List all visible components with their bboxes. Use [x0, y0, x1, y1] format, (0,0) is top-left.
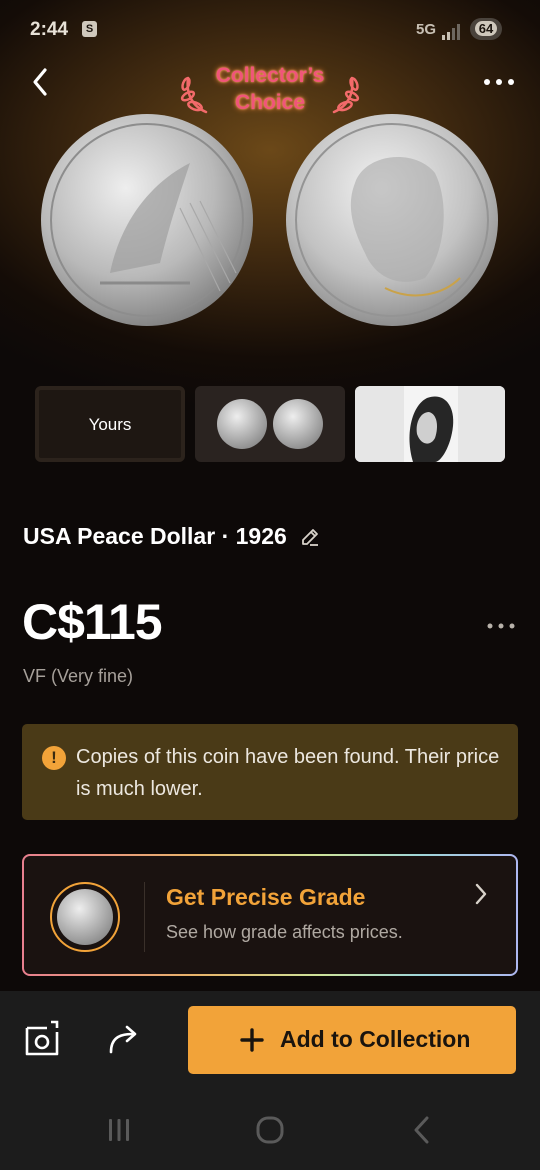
plus-icon — [240, 1028, 264, 1052]
share-icon[interactable] — [105, 1020, 143, 1058]
system-navigation-bar — [0, 1086, 540, 1170]
coin-obverse-image[interactable] — [285, 113, 499, 327]
bottom-action-bar: Add to Collection — [0, 991, 540, 1086]
thumbnail-yours-label: Yours — [88, 415, 132, 434]
warning-icon: ! — [42, 746, 66, 770]
grade-coin-thumbnail — [50, 882, 120, 952]
thumbnail-coins[interactable] — [195, 386, 345, 462]
coin-reverse-image[interactable] — [40, 113, 254, 327]
recent-apps-icon[interactable] — [99, 1110, 139, 1150]
status-time: 2:44 — [30, 19, 69, 40]
scan-camera-icon[interactable] — [23, 1020, 61, 1058]
home-icon[interactable] — [250, 1110, 290, 1150]
grade-card-subtitle: See how grade affects prices. — [166, 922, 403, 942]
get-precise-grade-card[interactable]: Get Precise Grade See how grade affects … — [22, 854, 518, 976]
battery-icon: 64 — [470, 18, 502, 40]
image-thumbnails: Yours — [35, 386, 505, 462]
add-to-collection-label: Add to Collection — [280, 1026, 471, 1052]
coin-grade: VF (Very fine) — [23, 666, 134, 686]
signal-icon — [442, 24, 460, 40]
edit-pencil-icon[interactable] — [299, 526, 321, 548]
warning-banner: ! Copies of this coin have been found. T… — [22, 724, 518, 820]
coin-title: USA Peace Dollar · 1926 — [23, 523, 287, 549]
coin-thumbnail-icon — [57, 889, 113, 945]
collectors-choice-badge: Collector’s Choice — [178, 60, 362, 118]
coin-title-row: USA Peace Dollar · 1926 — [23, 523, 321, 559]
add-to-collection-button[interactable]: Add to Collection — [188, 1006, 516, 1074]
warning-text: Copies of this coin have been found. The… — [76, 746, 500, 800]
chevron-left-icon[interactable] — [28, 66, 52, 98]
grade-card-title: Get Precise Grade — [166, 884, 366, 910]
sim-icon: S — [82, 21, 97, 37]
battery-level: 64 — [474, 21, 498, 36]
thumbnail-yours[interactable]: Yours — [35, 386, 185, 462]
badge-line-2: Choice — [234, 91, 305, 114]
grade-card-divider — [144, 882, 145, 952]
network-label: 5G — [415, 21, 436, 38]
coin-price: C$115 — [22, 594, 163, 650]
price-more-icon[interactable] — [486, 618, 516, 634]
chevron-right-icon — [475, 883, 487, 905]
grade-card-inner: Get Precise Grade See how grade affects … — [24, 856, 516, 974]
more-horizontal-icon[interactable] — [482, 72, 516, 92]
back-nav-icon[interactable] — [402, 1110, 442, 1150]
status-bar: 2:44 S 5G 64 — [0, 0, 540, 60]
thumbnail-reference-photo[interactable] — [355, 386, 505, 462]
badge-line-1: Collector’s — [215, 64, 325, 87]
